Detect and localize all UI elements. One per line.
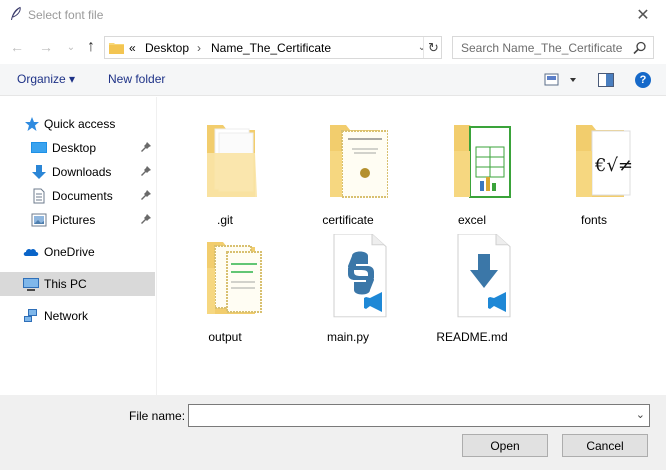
sidebar-item-label: Quick access xyxy=(44,117,116,131)
file-item-main-py[interactable]: main.py xyxy=(296,226,400,344)
download-icon xyxy=(32,165,46,179)
cancel-button[interactable]: Cancel xyxy=(562,434,648,457)
output-folder-icon xyxy=(207,242,262,314)
file-item-output[interactable]: output xyxy=(173,226,277,344)
sidebar-item-label: Desktop xyxy=(52,141,97,155)
file-name: certificate xyxy=(322,213,374,227)
sidebar-item-network[interactable]: Network xyxy=(0,304,155,328)
open-button[interactable]: Open xyxy=(462,434,548,457)
help-button[interactable]: ? xyxy=(635,72,651,88)
svg-text:€√≠: €√≠ xyxy=(594,155,633,176)
recent-locations-button[interactable]: ⌄ xyxy=(62,38,80,56)
file-name: main.py xyxy=(326,330,370,344)
file-list: .git certificate excel €√≠ fonts output … xyxy=(158,97,666,395)
refresh-icon[interactable]: ↻ xyxy=(423,37,443,58)
pin-icon xyxy=(141,190,151,200)
chevron-down-icon[interactable]: ⌄ xyxy=(636,408,645,421)
back-button[interactable]: ← xyxy=(8,38,26,56)
sidebar-item-label: This PC xyxy=(44,277,87,291)
python-file-icon xyxy=(333,234,387,318)
sidebar-item-label: OneDrive xyxy=(44,245,95,259)
cloud-icon xyxy=(23,248,39,256)
breadcrumb-desktop[interactable]: Desktop xyxy=(145,41,189,55)
file-item-certificate[interactable]: certificate xyxy=(296,109,400,227)
search-box[interactable]: Search Name_The_Certificate xyxy=(452,36,654,59)
up-button[interactable]: ↑ xyxy=(82,38,100,56)
close-button[interactable]: ✕ xyxy=(620,0,666,30)
sidebar-item-onedrive[interactable]: OneDrive xyxy=(0,240,155,264)
pin-icon xyxy=(141,214,151,224)
file-name: .git xyxy=(216,213,233,227)
navigation-pane: Quick access Desktop Downloads Documents xyxy=(0,97,157,395)
pin-icon xyxy=(141,142,151,152)
file-name: fonts xyxy=(580,213,607,227)
file-name: excel xyxy=(457,213,486,227)
breadcrumb-separator: › xyxy=(197,41,201,55)
file-name-field[interactable]: ⌄ xyxy=(188,404,650,427)
sidebar-item-quick-access[interactable]: Quick access xyxy=(0,112,155,136)
fonts-folder-icon: €√≠ xyxy=(576,125,633,197)
file-item-git[interactable]: .git xyxy=(173,109,277,227)
spreadsheet-folder-icon xyxy=(454,125,511,198)
file-item-readme-md[interactable]: README.md xyxy=(420,226,524,344)
address-bar[interactable]: « Desktop › Name_The_Certificate ⌄ ↻ xyxy=(104,36,442,59)
organize-menu[interactable]: Organize ▾ xyxy=(17,72,75,86)
command-bar: Organize ▾ New folder ? xyxy=(0,64,666,96)
window-title: Select font file xyxy=(28,8,104,22)
sidebar-item-label: Network xyxy=(44,309,89,323)
file-item-excel[interactable]: excel xyxy=(420,109,524,227)
computer-icon xyxy=(23,278,39,291)
feather-icon xyxy=(11,6,21,20)
sidebar-item-label: Documents xyxy=(52,189,113,203)
search-placeholder: Search Name_The_Certificate xyxy=(461,41,623,55)
picture-icon xyxy=(31,213,47,227)
title-bar: Select font file ✕ xyxy=(0,0,666,30)
sidebar-item-documents[interactable]: Documents xyxy=(0,184,155,208)
dialog-footer: File name: ⌄ Open Cancel xyxy=(0,395,666,470)
star-icon xyxy=(25,117,39,131)
forward-button[interactable]: → xyxy=(37,38,55,56)
file-name: README.md xyxy=(436,330,508,344)
certificate-folder-icon xyxy=(330,125,388,198)
desktop-icon xyxy=(31,142,47,153)
sidebar-item-this-pc[interactable]: This PC xyxy=(0,272,155,296)
file-name-label: File name: xyxy=(129,409,186,423)
sidebar-item-desktop[interactable]: Desktop xyxy=(0,136,155,160)
file-item-fonts[interactable]: €√≠ fonts xyxy=(542,109,646,227)
file-name: output xyxy=(208,330,242,344)
change-view-icon[interactable] xyxy=(544,73,578,87)
preview-pane-icon[interactable] xyxy=(598,73,614,87)
folder-icon xyxy=(207,125,257,197)
sidebar-item-label: Downloads xyxy=(52,165,112,179)
search-icon xyxy=(633,41,646,55)
document-icon xyxy=(33,188,45,204)
address-row: ← → ⌄ ↑ « Desktop › Name_The_Certificate… xyxy=(0,30,666,64)
pin-icon xyxy=(141,166,151,176)
breadcrumb-overflow[interactable]: « xyxy=(129,41,136,55)
folder-icon xyxy=(109,43,124,54)
sidebar-item-label: Pictures xyxy=(52,213,96,227)
sidebar-item-downloads[interactable]: Downloads xyxy=(0,160,155,184)
markdown-file-icon xyxy=(457,234,511,318)
network-icon xyxy=(24,309,37,322)
breadcrumb-current[interactable]: Name_The_Certificate xyxy=(211,41,331,55)
sidebar-item-pictures[interactable]: Pictures xyxy=(0,208,155,232)
new-folder-button[interactable]: New folder xyxy=(108,72,165,86)
